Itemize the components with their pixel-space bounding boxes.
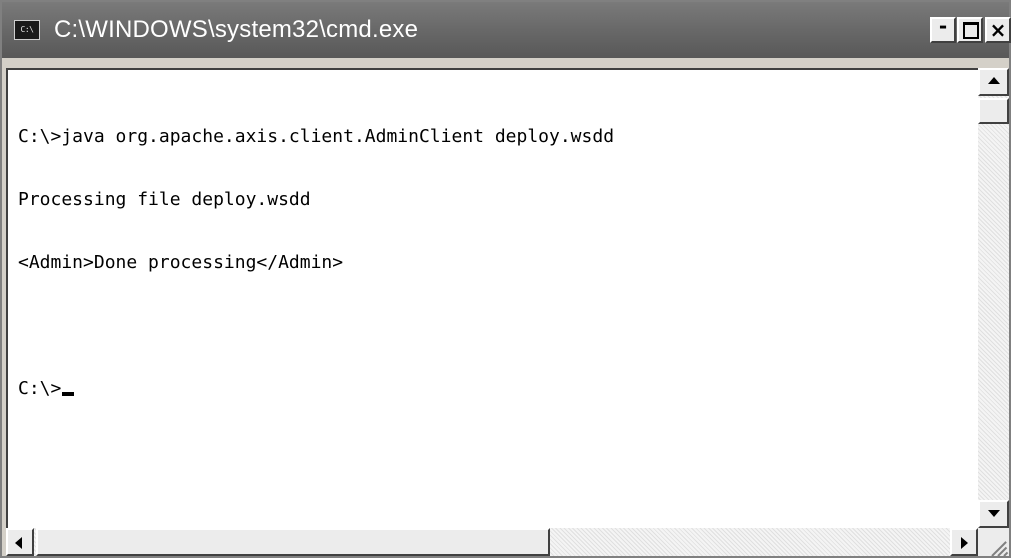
minimize-button[interactable]: - [930,16,956,43]
console-output-area[interactable]: C:\>java org.apache.axis.client.AdminCli… [6,68,978,528]
scroll-down-arrow-icon[interactable] [978,500,1009,528]
close-button[interactable]: × [985,17,1011,43]
window-title: C:\WINDOWS\system32\cmd.exe [54,16,419,43]
console-lines: C:\>java org.apache.axis.client.AdminCli… [18,84,614,441]
vertical-scroll-thumb[interactable] [978,98,1009,124]
vertical-scrollbar[interactable] [978,68,1009,528]
prompt-line[interactable]: C:\> [18,378,614,399]
text-cursor [62,392,75,396]
title-bar[interactable]: C:\ C:\WINDOWS\system32\cmd.exe - × [2,2,1011,58]
scroll-left-arrow-icon[interactable] [6,528,34,556]
scroll-right-arrow-icon[interactable] [950,528,978,556]
maximize-button[interactable] [957,17,983,43]
command-prompt-window: C:\ C:\WINDOWS\system32\cmd.exe - × C:\>… [0,0,1011,558]
resize-grip-icon[interactable] [978,528,1009,556]
scroll-up-arrow-icon[interactable] [978,68,1009,96]
cmd-prompt-icon[interactable]: C:\ [14,20,40,40]
console-line: <Admin>Done processing</Admin> [18,252,344,273]
prompt-text: C:\> [18,378,62,399]
console-line: Processing file deploy.wsdd [18,189,311,210]
horizontal-scroll-thumb[interactable] [36,528,550,556]
horizontal-scrollbar[interactable] [6,528,978,556]
console-line: C:\>java org.apache.axis.client.AdminCli… [18,126,615,147]
